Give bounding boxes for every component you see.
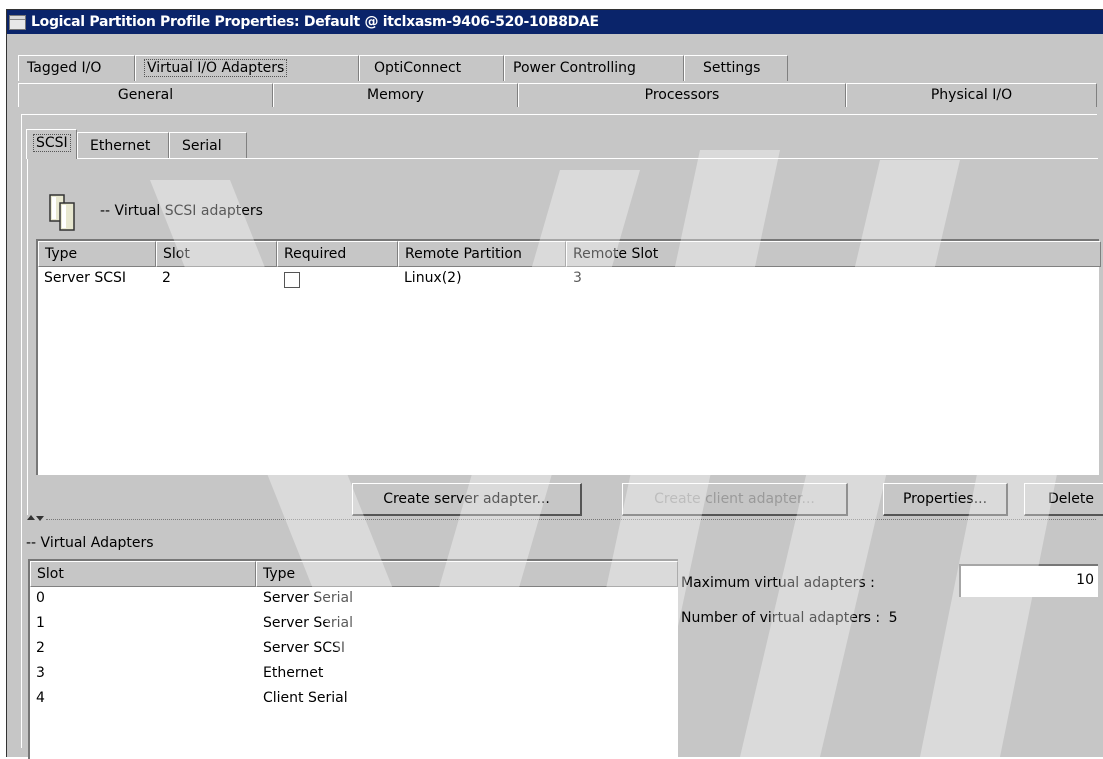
number-virtual-adapters-label: Number of virtual adapters : 5: [681, 610, 898, 626]
scsi-subpanel: -- Virtual SCSI adapters Type Slot Requi…: [27, 158, 1103, 516]
tab-opticonnect[interactable]: OptiConnect: [359, 55, 504, 81]
cell-slot: 2: [162, 270, 171, 286]
number-virtual-adapters-value: 5: [888, 610, 898, 626]
subtab-scsi[interactable]: SCSI: [26, 129, 77, 159]
column-header-remote-slot[interactable]: Remote Slot: [566, 241, 1101, 267]
column-header-remote-partition[interactable]: Remote Partition: [398, 241, 566, 267]
tab-virtual-io-adapters[interactable]: Virtual I/O Adapters: [135, 55, 359, 81]
cell-type: Ethernet: [263, 665, 324, 681]
split-pane-divider[interactable]: [22, 515, 1098, 525]
tab-physical-io[interactable]: Physical I/O: [846, 83, 1097, 107]
required-checkbox[interactable]: [284, 272, 300, 288]
window-icon: [9, 14, 26, 30]
window-title: Logical Partition Profile Properties: De…: [31, 14, 599, 30]
column-header-type[interactable]: Type: [38, 241, 156, 267]
cell-type: Server SCSI: [44, 270, 127, 286]
scsi-section-label: -- Virtual SCSI adapters: [100, 203, 263, 219]
cell-type: Server SCSI: [263, 640, 346, 656]
virtual-adapters-label: -- Virtual Adapters: [26, 535, 154, 551]
cell-remote-partition: Linux(2): [404, 270, 462, 286]
table-header: Slot Type: [30, 561, 678, 587]
cell-type: Client Serial: [263, 690, 348, 706]
tab-tagged-io[interactable]: Tagged I/O: [18, 55, 135, 81]
cell-type: Server Serial: [263, 615, 353, 631]
column-header-type[interactable]: Type: [256, 561, 678, 587]
virtual-io-adapters-panel: SCSI Ethernet Serial -- Virtual SCSI ada…: [21, 114, 1103, 759]
column-header-slot[interactable]: Slot: [156, 241, 277, 267]
subtab-serial[interactable]: Serial: [169, 132, 247, 158]
cell-remote-slot: 3: [573, 270, 582, 286]
scsi-adapter-icon: [49, 194, 75, 231]
cell-slot: 1: [36, 615, 45, 631]
tab-power-controlling[interactable]: Power Controlling: [504, 55, 684, 81]
virtual-adapters-table[interactable]: Slot Type 0 Server Serial 1 Server Seria…: [28, 559, 678, 759]
tab-memory[interactable]: Memory: [273, 83, 518, 107]
expand-down-icon[interactable]: [36, 516, 44, 521]
tab-general[interactable]: General: [18, 83, 273, 107]
cell-slot: 3: [36, 665, 45, 681]
subtab-ethernet[interactable]: Ethernet: [77, 132, 169, 158]
title-bar[interactable]: Logical Partition Profile Properties: De…: [7, 10, 1103, 34]
column-header-slot[interactable]: Slot: [30, 561, 256, 587]
cell-type: Server Serial: [263, 590, 353, 606]
cell-slot: 0: [36, 590, 45, 606]
max-virtual-adapters-label: Maximum virtual adapters :: [681, 575, 875, 591]
tab-row-bottom: General Memory Processors Physical I/O: [18, 83, 1097, 107]
tab-settings[interactable]: Settings: [684, 55, 788, 81]
table-header: Type Slot Required Remote Partition Remo…: [38, 241, 1101, 267]
properties-button[interactable]: Properties...: [883, 483, 1008, 516]
divider-grip: [46, 519, 1096, 521]
create-server-adapter-button[interactable]: Create server adapter...: [352, 483, 582, 516]
max-virtual-adapters-field[interactable]: 10: [959, 564, 1098, 597]
delete-button[interactable]: Delete: [1024, 483, 1103, 516]
cell-slot: 2: [36, 640, 45, 656]
cell-slot: 4: [36, 690, 45, 706]
column-header-required[interactable]: Required: [277, 241, 398, 267]
scsi-adapter-table[interactable]: Type Slot Required Remote Partition Remo…: [36, 239, 1101, 475]
create-client-adapter-button[interactable]: Create client adapter...: [622, 483, 848, 516]
tab-processors[interactable]: Processors: [518, 83, 846, 107]
collapse-up-icon[interactable]: [27, 515, 35, 520]
